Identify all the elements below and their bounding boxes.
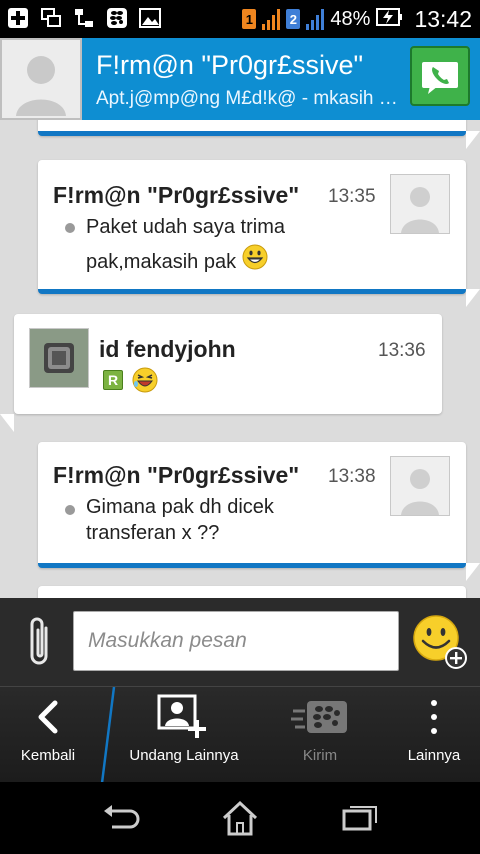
sender-avatar <box>29 328 89 388</box>
nav-recents-button[interactable] <box>340 798 380 838</box>
more-action-label: Lainnya <box>407 747 461 764</box>
network-icon <box>72 6 96 30</box>
message-time: 13:36 <box>378 340 426 361</box>
screens-icon <box>39 6 63 30</box>
emoticon-button[interactable] <box>412 614 468 670</box>
message-line: Gimana pak dh dicek <box>86 496 274 518</box>
sender-avatar <box>390 174 450 234</box>
grin-emoji <box>242 244 268 281</box>
battery-charging-icon <box>376 7 403 32</box>
add-icon <box>6 6 30 30</box>
action-divider <box>100 687 116 783</box>
nav-home-button[interactable] <box>220 798 260 838</box>
message-bubble-partial <box>38 586 466 598</box>
sender-avatar <box>390 456 450 516</box>
message-sender: F!rm@n "Pr0gr£ssive" <box>53 462 300 488</box>
phone-icon <box>422 62 458 94</box>
system-indicators: 1 2 48% 13:42 <box>242 4 472 34</box>
message-text: Gimana pak dh dicek transferan x ?? <box>86 494 274 546</box>
smiley-add-icon <box>413 615 467 669</box>
bbm-send-icon <box>291 687 349 747</box>
navigation-bar <box>0 782 480 854</box>
read-status-badge: R <box>103 370 123 390</box>
notification-icons <box>6 6 162 30</box>
signal-1-icon <box>262 8 281 30</box>
message-bubble-partial <box>38 120 480 149</box>
contact-avatar[interactable] <box>0 38 82 120</box>
composer-bar <box>0 598 480 686</box>
home-icon <box>222 800 258 836</box>
contact-status: Apt.j@mp@ng M£d!k@ - mkasih banyak <box>96 88 401 109</box>
message-line: pak,makasih pak <box>86 250 237 273</box>
message-time: 13:35 <box>328 186 376 207</box>
message-text: Paket udah saya trima pak,makasih pak <box>86 210 285 281</box>
message-line: transferan x ?? <box>86 522 220 544</box>
bbm-icon <box>105 6 129 30</box>
message-time: 13:38 <box>328 466 376 487</box>
message-sender: F!rm@n "Pr0gr£ssive" <box>53 182 300 208</box>
signal-2-icon <box>306 8 325 30</box>
image-icon <box>138 6 162 30</box>
message-bubble[interactable]: id fendyjohn 13:36 R <box>0 314 442 432</box>
send-action-label: Kirim <box>302 747 338 764</box>
bubble-tail <box>466 131 480 149</box>
laughing-emoji <box>131 366 159 399</box>
contact-name[interactable]: F!rm@n "Pr0gr£ssive" <box>96 50 363 81</box>
paperclip-icon <box>30 617 48 665</box>
bubble-tail <box>0 414 14 432</box>
chevron-left-icon <box>33 687 63 747</box>
message-line: Paket udah saya trima <box>86 216 285 238</box>
invite-action-label: Undang Lainnya <box>129 747 239 764</box>
invite-action[interactable]: Undang Lainnya <box>118 687 250 783</box>
message-bubble[interactable]: F!rm@n "Pr0gr£ssive" 13:35 Paket udah sa… <box>38 160 480 307</box>
message-input[interactable] <box>73 611 399 671</box>
bubble-tail <box>466 563 480 581</box>
sim2-badge: 2 <box>286 9 301 29</box>
battery-percent: 48% <box>330 7 371 30</box>
sim1-badge: 1 <box>242 9 257 29</box>
send-action[interactable]: Kirim <box>280 687 360 783</box>
message-bullet <box>65 505 75 515</box>
call-button[interactable] <box>410 46 470 106</box>
message-bubble[interactable]: F!rm@n "Pr0gr£ssive" 13:38 Gimana pak dh… <box>38 442 480 581</box>
status-bar: 1 2 48% 13:42 <box>0 0 480 38</box>
back-action[interactable]: Kembali <box>0 687 96 783</box>
recents-icon <box>342 806 377 831</box>
more-vertical-icon <box>429 687 439 747</box>
message-bullet <box>65 223 75 233</box>
attach-button[interactable] <box>22 614 58 670</box>
add-contact-icon <box>157 687 211 747</box>
message-sender: id fendyjohn <box>99 336 236 362</box>
bubble-tail <box>466 289 480 307</box>
chat-header: F!rm@n "Pr0gr£ssive" Apt.j@mp@ng M£d!k@ … <box>0 38 480 120</box>
clock: 13:42 <box>414 5 472 32</box>
nav-back-button[interactable] <box>100 798 140 838</box>
back-icon <box>104 805 140 829</box>
more-action[interactable]: Lainnya <box>396 687 472 783</box>
action-bar: Kembali Undang Lainnya Kirim Lainnya <box>0 686 480 783</box>
back-action-label: Kembali <box>20 747 76 764</box>
chat-area[interactable]: F!rm@n "Pr0gr£ssive" 13:35 Paket udah sa… <box>0 120 480 598</box>
